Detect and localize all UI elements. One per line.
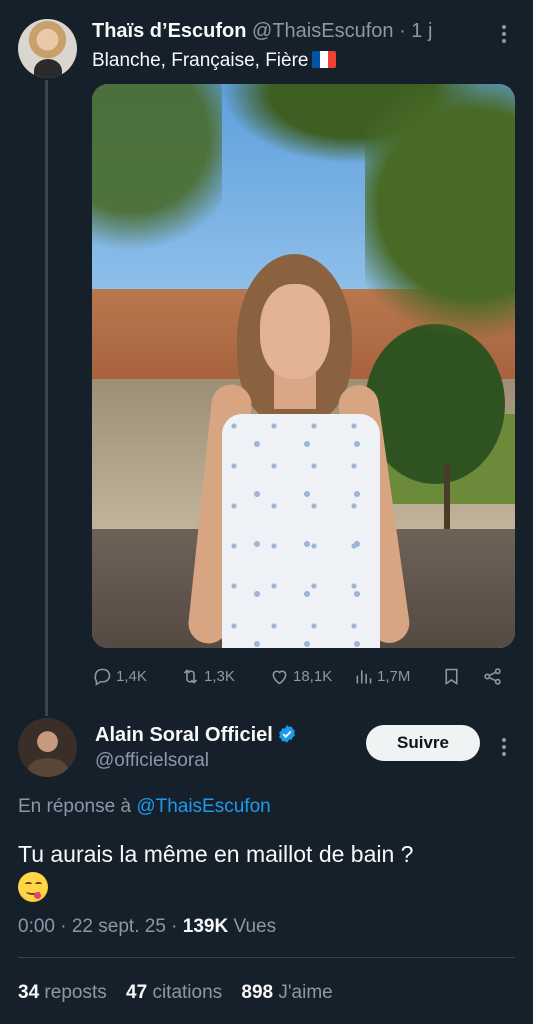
tweet-photo[interactable] [92, 84, 515, 648]
follow-button[interactable]: Suivre [366, 725, 480, 761]
in-reply-to-handle[interactable]: @ThaisEscufon [136, 796, 270, 817]
reply-author-name[interactable]: Alain Soral Officiel [95, 722, 297, 748]
reply-text: Tu aurais la même en maillot de bain ? [18, 841, 414, 867]
bookmark-icon [445, 668, 458, 685]
likes-stat[interactable]: 898 J'aime [241, 982, 332, 1003]
views-count: 1,7M [377, 667, 411, 685]
reply-stats: 34 reposts 47 citations 898 J'aime [18, 980, 347, 1006]
repost-button[interactable]: 1,3K [180, 662, 235, 690]
verified-badge-icon [278, 725, 295, 743]
share-button[interactable] [482, 662, 506, 690]
author-handle[interactable]: @ThaisEscufon [252, 20, 393, 42]
tweet-text: Blanche, Française, Fière [92, 48, 336, 74]
quotes-stat[interactable]: 47 citations [126, 982, 222, 1003]
reply-views-count: 139K [182, 916, 229, 937]
divider [18, 957, 515, 958]
like-count: 18,1K [293, 667, 333, 685]
avatar-soral[interactable] [18, 718, 77, 777]
reply-meta: 0:00 · 22 sept. 25 · 139K Vues [18, 914, 276, 940]
in-reply-to: En réponse à @ThaisEscufon [18, 796, 271, 817]
repost-icon [183, 668, 198, 684]
thread-connector-line [45, 80, 48, 716]
yum-face-emoji-icon [18, 872, 48, 902]
reposts-stat[interactable]: 34 reposts [18, 982, 107, 1003]
like-button[interactable]: 18,1K [269, 662, 332, 690]
tweet-time[interactable]: · 1 j [399, 20, 432, 42]
reply-timestamp[interactable]: 0:00 · 22 sept. 25 · [18, 916, 178, 937]
views-button[interactable]: 1,7M [353, 662, 410, 690]
reply-more-options-icon[interactable] [494, 735, 514, 759]
avatar-thais[interactable] [18, 19, 77, 78]
tweet-actions: 1,4K 1,3K 18,1K 1,7M [92, 662, 512, 690]
reply-button[interactable]: 1,4K [92, 662, 147, 690]
heart-icon [272, 670, 287, 684]
reply-icon [94, 668, 111, 686]
share-icon [484, 667, 501, 685]
france-flag-icon [311, 51, 336, 68]
more-options-icon[interactable] [494, 22, 514, 46]
bookmark-button[interactable] [441, 662, 465, 690]
tweet-header: Thaïs d’Escufon @ThaisEscufon · 1 j [92, 18, 493, 44]
reply-author-handle[interactable]: @officielsoral [95, 748, 209, 774]
analytics-icon [356, 669, 372, 683]
repost-count: 1,3K [204, 667, 235, 685]
reply-views-label: Vues [233, 916, 277, 937]
reply-count: 1,4K [116, 667, 147, 685]
author-name[interactable]: Thaïs d’Escufon [92, 20, 246, 42]
